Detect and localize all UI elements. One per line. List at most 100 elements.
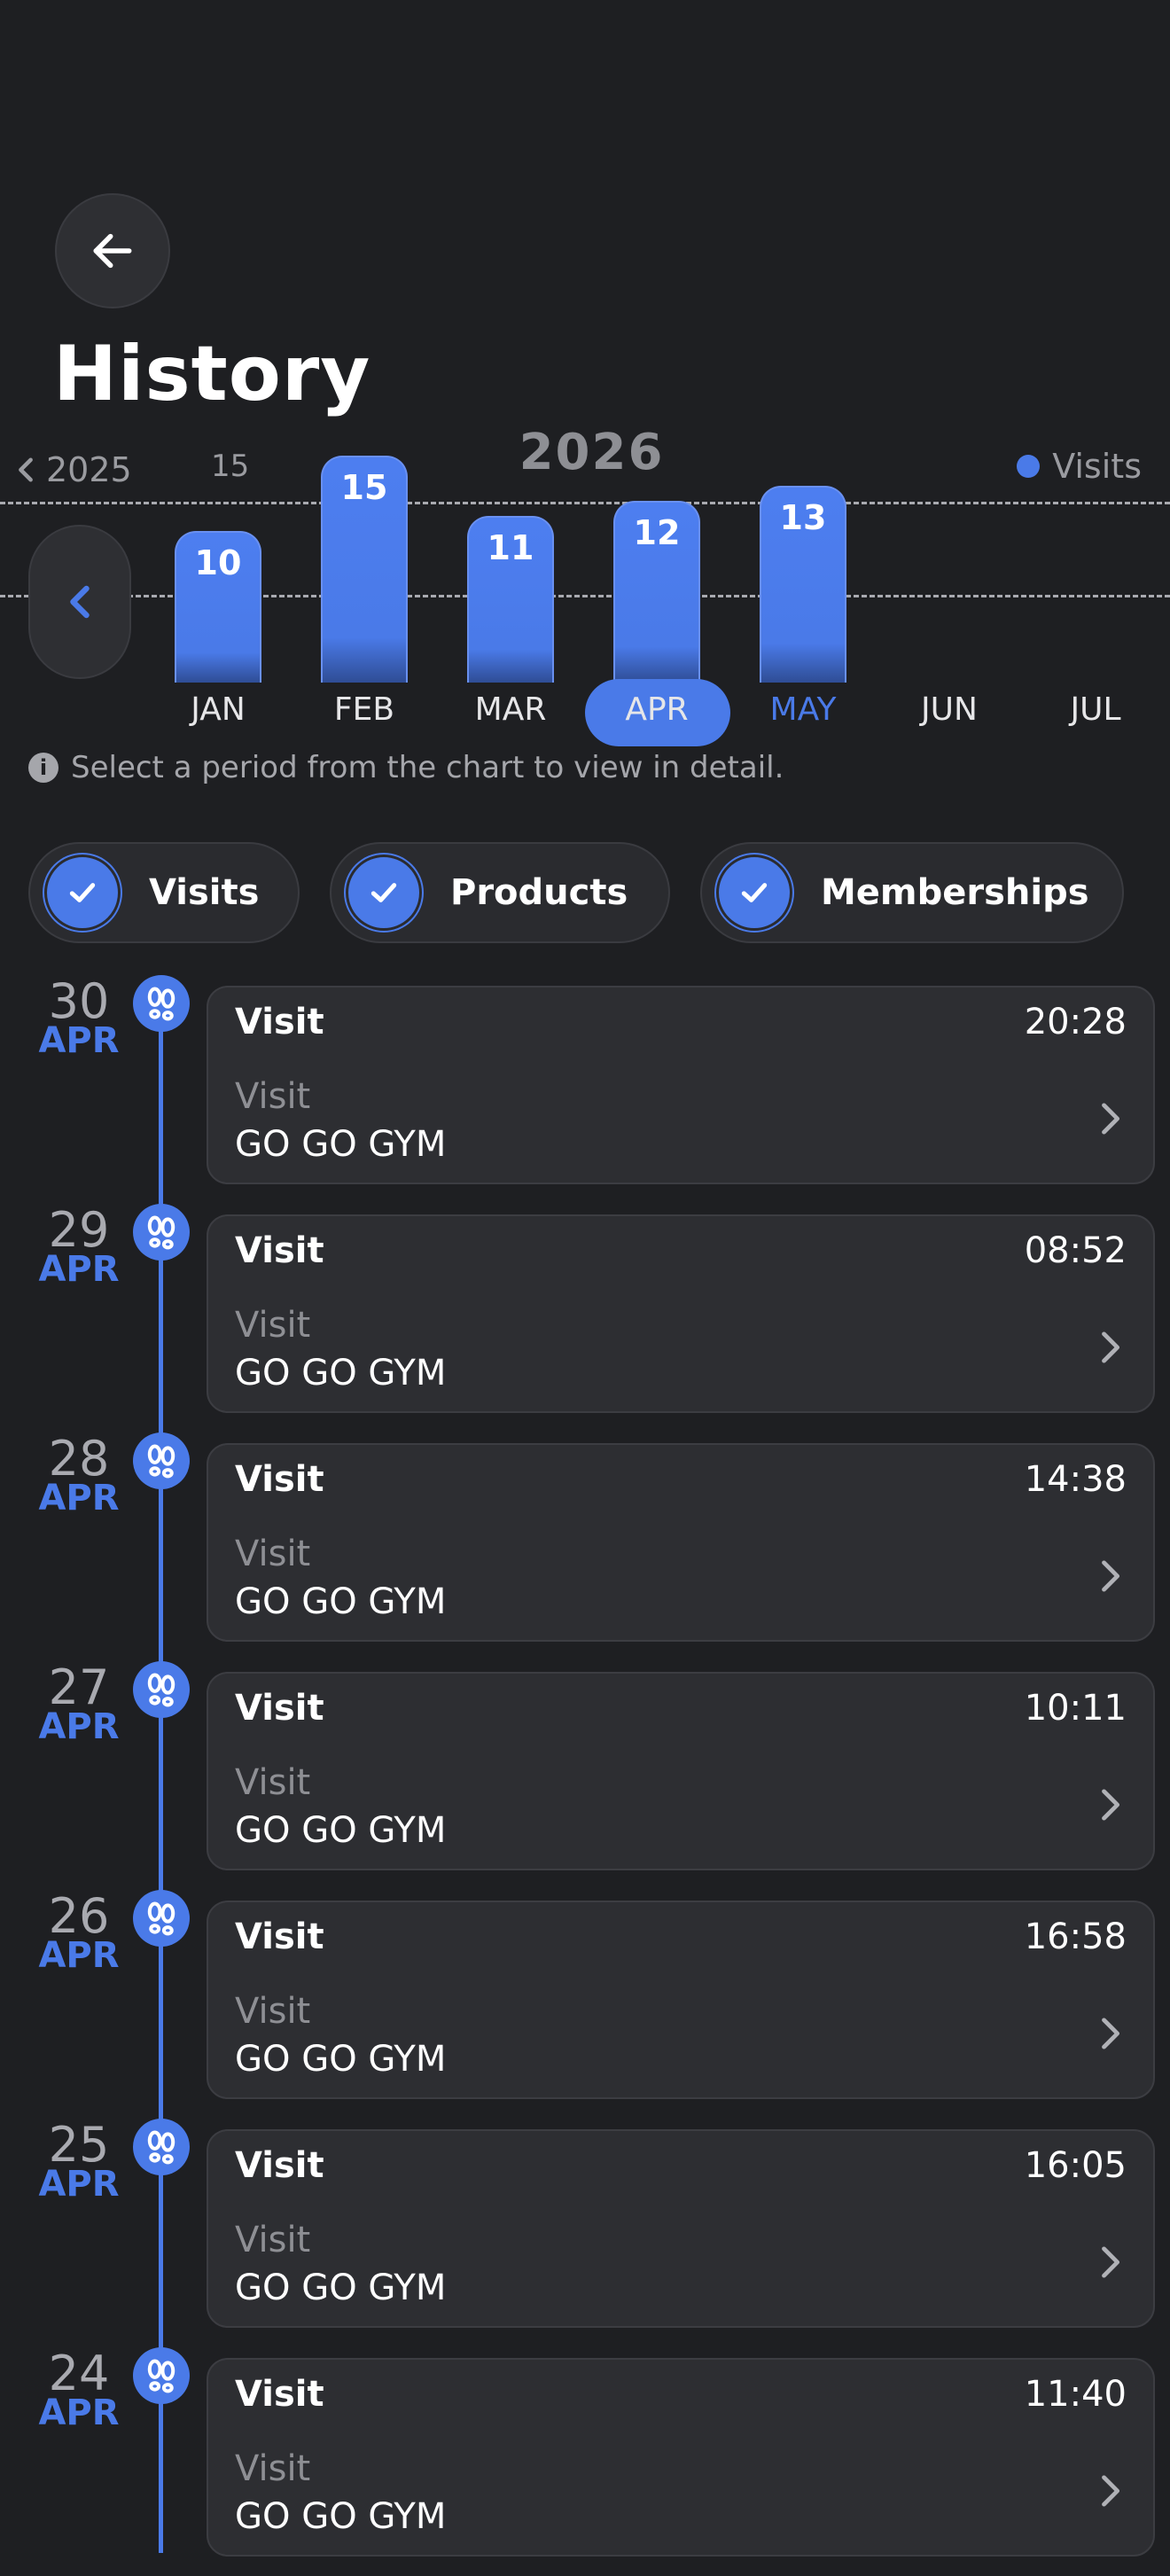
filter-chip-products[interactable]: Products xyxy=(330,842,670,943)
filter-chip-memberships[interactable]: Memberships xyxy=(700,842,1124,943)
history-entry: 28 APR Visit 14:38 Visit GO GO GYM xyxy=(0,1432,1170,1661)
card-title: Visit xyxy=(235,1916,324,1957)
info-icon: i xyxy=(28,753,58,783)
filter-chip-label: Visits xyxy=(149,872,260,913)
filter-chip-visits[interactable]: Visits xyxy=(28,842,300,943)
chevron-right-icon xyxy=(1098,2016,1121,2055)
footprints-icon xyxy=(133,2119,190,2175)
footprints-icon xyxy=(133,975,190,1032)
month-label-jun[interactable]: JUN xyxy=(896,691,1002,728)
entry-month: APR xyxy=(38,1478,120,1518)
chevron-right-icon xyxy=(1098,2244,1121,2283)
month-label-mar[interactable]: MAR xyxy=(457,691,564,728)
entry-month: APR xyxy=(38,2164,120,2205)
footprints-icon xyxy=(133,1204,190,1261)
month-label-feb[interactable]: FEB xyxy=(311,691,417,728)
month-label-jul[interactable]: JUL xyxy=(1042,691,1149,728)
card-subtitle: Visit xyxy=(235,2448,311,2489)
visit-card[interactable]: Visit 14:38 Visit GO GO GYM xyxy=(207,1443,1155,1642)
chart-bar-value: 12 xyxy=(633,512,681,552)
entry-month: APR xyxy=(38,2393,120,2433)
card-place: GO GO GYM xyxy=(235,1124,447,1165)
history-entry: 25 APR Visit 16:05 Visit GO GO GYM xyxy=(0,2119,1170,2347)
month-label-apr[interactable]: APR xyxy=(604,691,710,728)
chart-max-label: 15 xyxy=(211,449,250,484)
card-place: GO GO GYM xyxy=(235,1353,447,1393)
card-time: 16:58 xyxy=(1024,1916,1127,1957)
history-entry: 29 APR Visit 08:52 Visit GO GO GYM xyxy=(0,1204,1170,1432)
history-entry: 30 APR Visit 20:28 Visit GO GO GYM xyxy=(0,975,1170,1204)
visit-card[interactable]: Visit 11:40 Visit GO GO GYM xyxy=(207,2358,1155,2556)
card-title: Visit xyxy=(235,1688,324,1729)
visit-card[interactable]: Visit 16:58 Visit GO GO GYM xyxy=(207,1901,1155,2099)
chevron-left-icon xyxy=(19,457,33,482)
visit-card[interactable]: Visit 20:28 Visit GO GO GYM xyxy=(207,986,1155,1184)
month-label-jan[interactable]: JAN xyxy=(165,691,271,728)
card-title: Visit xyxy=(235,1459,324,1500)
entry-month: APR xyxy=(38,1935,120,1976)
visit-card[interactable]: Visit 08:52 Visit GO GO GYM xyxy=(207,1214,1155,1413)
footprints-icon xyxy=(133,1432,190,1489)
previous-year-label: 2025 xyxy=(46,450,132,489)
chevron-right-icon xyxy=(1098,1558,1121,1597)
entry-month: APR xyxy=(38,1249,120,1290)
card-time: 16:05 xyxy=(1024,2145,1127,2186)
chart-bar-value: 13 xyxy=(779,497,827,537)
card-time: 14:38 xyxy=(1024,1459,1127,1500)
footprints-icon xyxy=(133,1890,190,1947)
history-entry: 27 APR Visit 10:11 Visit GO GO GYM xyxy=(0,1661,1170,1890)
visit-card[interactable]: Visit 16:05 Visit GO GO GYM xyxy=(207,2129,1155,2328)
chart-legend: Visits xyxy=(1017,447,1142,486)
entry-month: APR xyxy=(38,1706,120,1747)
card-place: GO GO GYM xyxy=(235,1810,447,1851)
card-place: GO GO GYM xyxy=(235,2268,447,2308)
chart-hint: i Select a period from the chart to view… xyxy=(28,750,784,785)
chevron-right-icon xyxy=(1098,1787,1121,1826)
card-subtitle: Visit xyxy=(235,2220,311,2260)
card-subtitle: Visit xyxy=(235,1305,311,1346)
card-subtitle: Visit xyxy=(235,1762,311,1803)
footprints-icon xyxy=(133,2347,190,2404)
card-place: GO GO GYM xyxy=(235,1581,447,1622)
chart-hint-text: Select a period from the chart to view i… xyxy=(71,750,784,785)
check-icon xyxy=(346,855,422,931)
history-entry: 26 APR Visit 16:58 Visit GO GO GYM xyxy=(0,1890,1170,2119)
arrow-left-icon xyxy=(93,233,132,269)
page-title: History xyxy=(53,330,371,418)
card-time: 08:52 xyxy=(1024,1230,1127,1271)
filter-chip-label: Products xyxy=(450,872,628,913)
filter-chip-label: Memberships xyxy=(821,872,1089,913)
legend-dot-icon xyxy=(1017,455,1041,478)
chart-year: 2026 xyxy=(519,424,665,481)
card-place: GO GO GYM xyxy=(235,2496,447,2537)
chevron-right-icon xyxy=(1098,2473,1121,2512)
check-icon xyxy=(44,855,121,931)
visit-card[interactable]: Visit 10:11 Visit GO GO GYM xyxy=(207,1672,1155,1870)
chart-bar-value: 15 xyxy=(340,467,388,507)
legend-label: Visits xyxy=(1052,447,1142,486)
card-title: Visit xyxy=(235,2145,324,2186)
card-title: Visit xyxy=(235,1002,324,1042)
chart-bar-value: 10 xyxy=(194,543,242,582)
card-time: 10:11 xyxy=(1024,1688,1127,1729)
month-label-may[interactable]: MAY xyxy=(750,691,856,728)
card-time: 11:40 xyxy=(1024,2374,1127,2415)
entry-month: APR xyxy=(38,1020,120,1061)
footprints-icon xyxy=(133,1661,190,1718)
card-subtitle: Visit xyxy=(235,1534,311,1574)
card-place: GO GO GYM xyxy=(235,2039,447,2080)
chevron-right-icon xyxy=(1098,1330,1121,1369)
card-subtitle: Visit xyxy=(235,1991,311,2032)
chevron-right-icon xyxy=(1098,1101,1121,1140)
card-time: 20:28 xyxy=(1024,1002,1127,1042)
chart-scroll-left-button[interactable] xyxy=(28,525,131,679)
previous-year-button[interactable]: 2025 xyxy=(14,450,132,489)
card-title: Visit xyxy=(235,1230,324,1271)
back-button[interactable] xyxy=(55,193,170,308)
chart-bar-value: 11 xyxy=(487,527,534,567)
reference-line-max xyxy=(0,502,1170,504)
card-title: Visit xyxy=(235,2374,324,2415)
card-subtitle: Visit xyxy=(235,1076,311,1117)
check-icon xyxy=(716,855,792,931)
chevron-left-icon xyxy=(70,585,90,619)
